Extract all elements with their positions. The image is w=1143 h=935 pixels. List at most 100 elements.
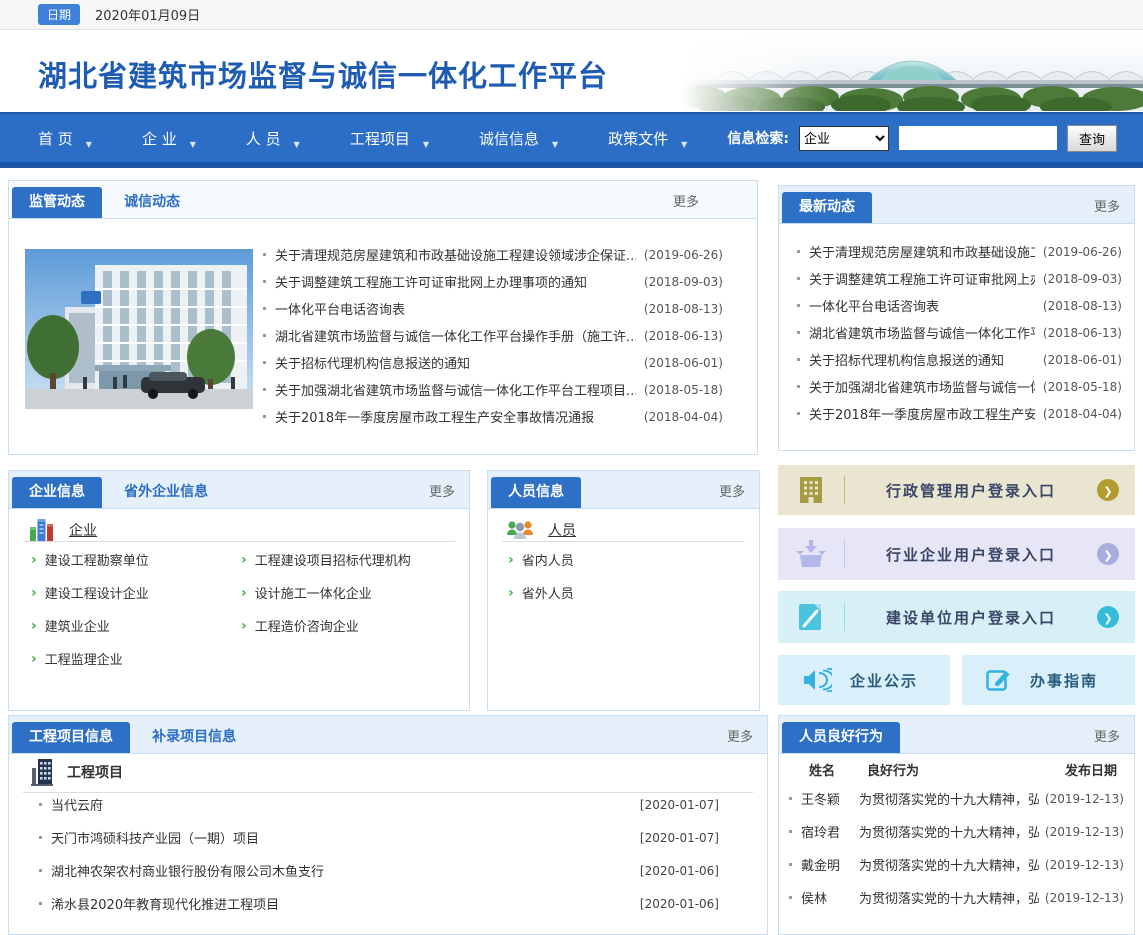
personnel-info-head: 人员信息 更多 [488, 471, 759, 509]
news-item-date: (2018-08-13) [644, 302, 723, 316]
admin-login-entry[interactable]: 行政管理用户登录入口 [778, 465, 1135, 515]
news-item: 关于清理规范房屋建筑和市政基础设施工程建设领域涉企保证...(2019-06-2… [253, 241, 723, 268]
bullet-icon [263, 307, 266, 310]
service-guide-button[interactable]: 办事指南 [962, 655, 1135, 705]
project-item-link[interactable]: 湖北神农架农村商业银行股份有限公司木鱼支行 [51, 861, 632, 880]
link-row: 建设工程勘察单位 [31, 543, 231, 576]
tab-supplementary-project-info[interactable]: 补录项目信息 [135, 722, 253, 753]
person-name-link[interactable]: 侯林 [801, 888, 859, 907]
behavior-text-link[interactable]: 为贯彻落实党的十九大精神，弘扬... [859, 888, 1039, 907]
news-item-link[interactable]: 湖北省建筑市场监督与诚信一体化工作平台操作手册（施工许... [275, 326, 636, 345]
tab-personnel-info[interactable]: 人员信息 [491, 477, 581, 508]
green-arrow-icon [241, 618, 247, 634]
news-item-link[interactable]: 关于清理规范房屋建筑和市政基础设施工程... [809, 242, 1035, 261]
news-item: 关于调整建筑工程施工许可证审批网上办理...(2018-09-03) [787, 265, 1122, 292]
project-item-link[interactable]: 天门市鸿硕科技产业园（一期）项目 [51, 828, 632, 847]
enterprise-publicity-button[interactable]: 企业公示 [778, 655, 950, 705]
behavior-table-header: 姓名 良好行为 发布日期 [779, 760, 1134, 779]
nav-item-home[interactable]: 首 页 [30, 128, 100, 149]
construction-unit-login-entry[interactable]: 建设单位用户登录入口 [778, 591, 1135, 643]
admin-login-label: 行政管理用户登录入口 [845, 480, 1097, 501]
industry-enterprise-login-entry[interactable]: 行业企业用户登录入口 [778, 528, 1135, 580]
bullet-icon [797, 304, 800, 307]
nav-item-enterprise[interactable]: 企 业 [134, 128, 204, 149]
enterprise-link[interactable]: 设计施工一体化企业 [255, 583, 372, 602]
news-item-date: (2018-04-04) [644, 410, 723, 424]
behavior-text-link[interactable]: 为贯彻落实党的十九大精神，弘扬... [859, 822, 1039, 841]
personnel-link[interactable]: 省外人员 [522, 583, 574, 602]
project-item-link[interactable]: 浠水县2020年教育现代化推进工程项目 [51, 894, 632, 913]
news-item: 关于2018年一季度房屋市政工程生产安...(2018-04-04) [787, 400, 1122, 427]
enterprise-link[interactable]: 建设工程设计企业 [45, 583, 149, 602]
nav-item-projects[interactable]: 工程项目 [342, 128, 437, 149]
tab-enterprise-info[interactable]: 企业信息 [12, 477, 102, 508]
more-link[interactable]: 更多 [673, 191, 699, 210]
more-link[interactable]: 更多 [1094, 726, 1120, 745]
news-item-link[interactable]: 关于招标代理机构信息报送的通知 [275, 353, 636, 372]
site-title: 湖北省建筑市场监督与诚信一体化工作平台 [38, 53, 608, 95]
tab-supervision-news[interactable]: 监管动态 [12, 187, 102, 218]
nav-item-personnel[interactable]: 人 员 [238, 128, 308, 149]
news-item-link[interactable]: 关于清理规范房屋建筑和市政基础设施工程建设领域涉企保证... [275, 245, 636, 264]
link-row: 工程造价咨询企业 [241, 609, 461, 642]
bullet-icon [263, 334, 266, 337]
more-link[interactable]: 更多 [429, 481, 455, 500]
col-date-header: 发布日期 [1065, 760, 1134, 779]
more-link[interactable]: 更多 [719, 481, 745, 500]
tab-good-behavior[interactable]: 人员良好行为 [782, 722, 900, 753]
news-item: 关于清理规范房屋建筑和市政基础设施工程...(2019-06-26) [787, 238, 1122, 265]
chevron-down-icon [423, 133, 429, 151]
behavior-date: (2019-12-13) [1039, 858, 1134, 872]
enterprise-link[interactable]: 工程建设项目招标代理机构 [255, 550, 411, 569]
date-badge: 日期 [38, 4, 80, 25]
search-category-select[interactable]: 企业 [799, 126, 889, 151]
news-item-link[interactable]: 关于调整建筑工程施工许可证审批网上办理事项的通知 [275, 272, 636, 291]
behavior-text-link[interactable]: 为贯彻落实党的十九大精神，弘扬... [859, 855, 1039, 874]
more-link[interactable]: 更多 [727, 726, 753, 745]
news-item-link[interactable]: 关于加强湖北省建筑市场监督与诚信一体化... [809, 377, 1035, 396]
tab-credit-news[interactable]: 诚信动态 [107, 187, 197, 218]
news-item-link[interactable]: 关于2018年一季度房屋市政工程生产安... [809, 404, 1035, 423]
behavior-text-link[interactable]: 为贯彻落实党的十九大精神，弘扬... [859, 789, 1039, 808]
personnel-category-link[interactable]: 人员 [548, 520, 576, 540]
tab-project-info[interactable]: 工程项目信息 [12, 722, 130, 753]
tab-latest-news[interactable]: 最新动态 [782, 192, 872, 223]
person-name-link[interactable]: 王冬颖 [801, 789, 859, 808]
project-category-label: 工程项目 [67, 762, 123, 782]
project-item-link[interactable]: 当代云府 [51, 795, 632, 814]
enterprise-link[interactable]: 工程造价咨询企业 [255, 616, 359, 635]
bullet-icon [789, 797, 792, 800]
nav-item-credit[interactable]: 诚信信息 [471, 128, 566, 149]
enterprise-link[interactable]: 建设工程勘察单位 [45, 550, 149, 569]
green-arrow-icon [31, 552, 37, 568]
enterprise-info-panel: 企业信息 省外企业信息 更多 企业 建设工程勘察单位 建设工程设计企业 建筑业企… [8, 470, 470, 711]
project-item: 天门市鸿硕科技产业园（一期）项目[2020-01-07] [9, 821, 767, 854]
supervision-news-tabs: 监管动态 诚信动态 更多 [9, 181, 757, 219]
enterprise-category-link[interactable]: 企业 [69, 520, 97, 540]
news-item-link[interactable]: 关于2018年一季度房屋市政工程生产安全事故情况通报 [275, 407, 636, 426]
search-button[interactable]: 查询 [1067, 125, 1117, 152]
link-row: 建筑业企业 [31, 609, 231, 642]
news-item-link[interactable]: 湖北省建筑市场监督与诚信一体化工作平台... [809, 323, 1035, 342]
news-item-link[interactable]: 一体化平台电话咨询表 [275, 299, 636, 318]
enterprise-link[interactable]: 工程监理企业 [45, 649, 123, 668]
search-input[interactable] [899, 126, 1057, 150]
good-behavior-panel: 人员良好行为 更多 姓名 良好行为 发布日期 王冬颖为贯彻落实党的十九大精神，弘… [778, 715, 1135, 935]
news-item-link[interactable]: 关于招标代理机构信息报送的通知 [809, 350, 1035, 369]
news-item-date: (2018-06-13) [644, 329, 723, 343]
enterprise-publicity-label: 企业公示 [850, 670, 918, 691]
news-item-link[interactable]: 一体化平台电话咨询表 [809, 296, 1035, 315]
news-item-link[interactable]: 关于加强湖北省建筑市场监督与诚信一体化工作平台工程项目... [275, 380, 636, 399]
personnel-link[interactable]: 省内人员 [522, 550, 574, 569]
person-name-link[interactable]: 宿玲君 [801, 822, 859, 841]
nav-item-policy[interactable]: 政策文件 [600, 128, 695, 149]
news-photo[interactable] [25, 249, 253, 409]
more-link[interactable]: 更多 [1094, 196, 1120, 215]
person-name-link[interactable]: 戴金明 [801, 855, 859, 874]
project-info-tabs: 工程项目信息 补录项目信息 更多 [9, 716, 767, 754]
tab-out-province-enterprise[interactable]: 省外企业信息 [107, 477, 225, 508]
enterprise-link[interactable]: 建筑业企业 [45, 616, 110, 635]
bullet-icon [789, 830, 792, 833]
project-list: 当代云府[2020-01-07] 天门市鸿硕科技产业园（一期）项目[2020-0… [9, 788, 767, 920]
news-item-link[interactable]: 关于调整建筑工程施工许可证审批网上办理... [809, 269, 1035, 288]
